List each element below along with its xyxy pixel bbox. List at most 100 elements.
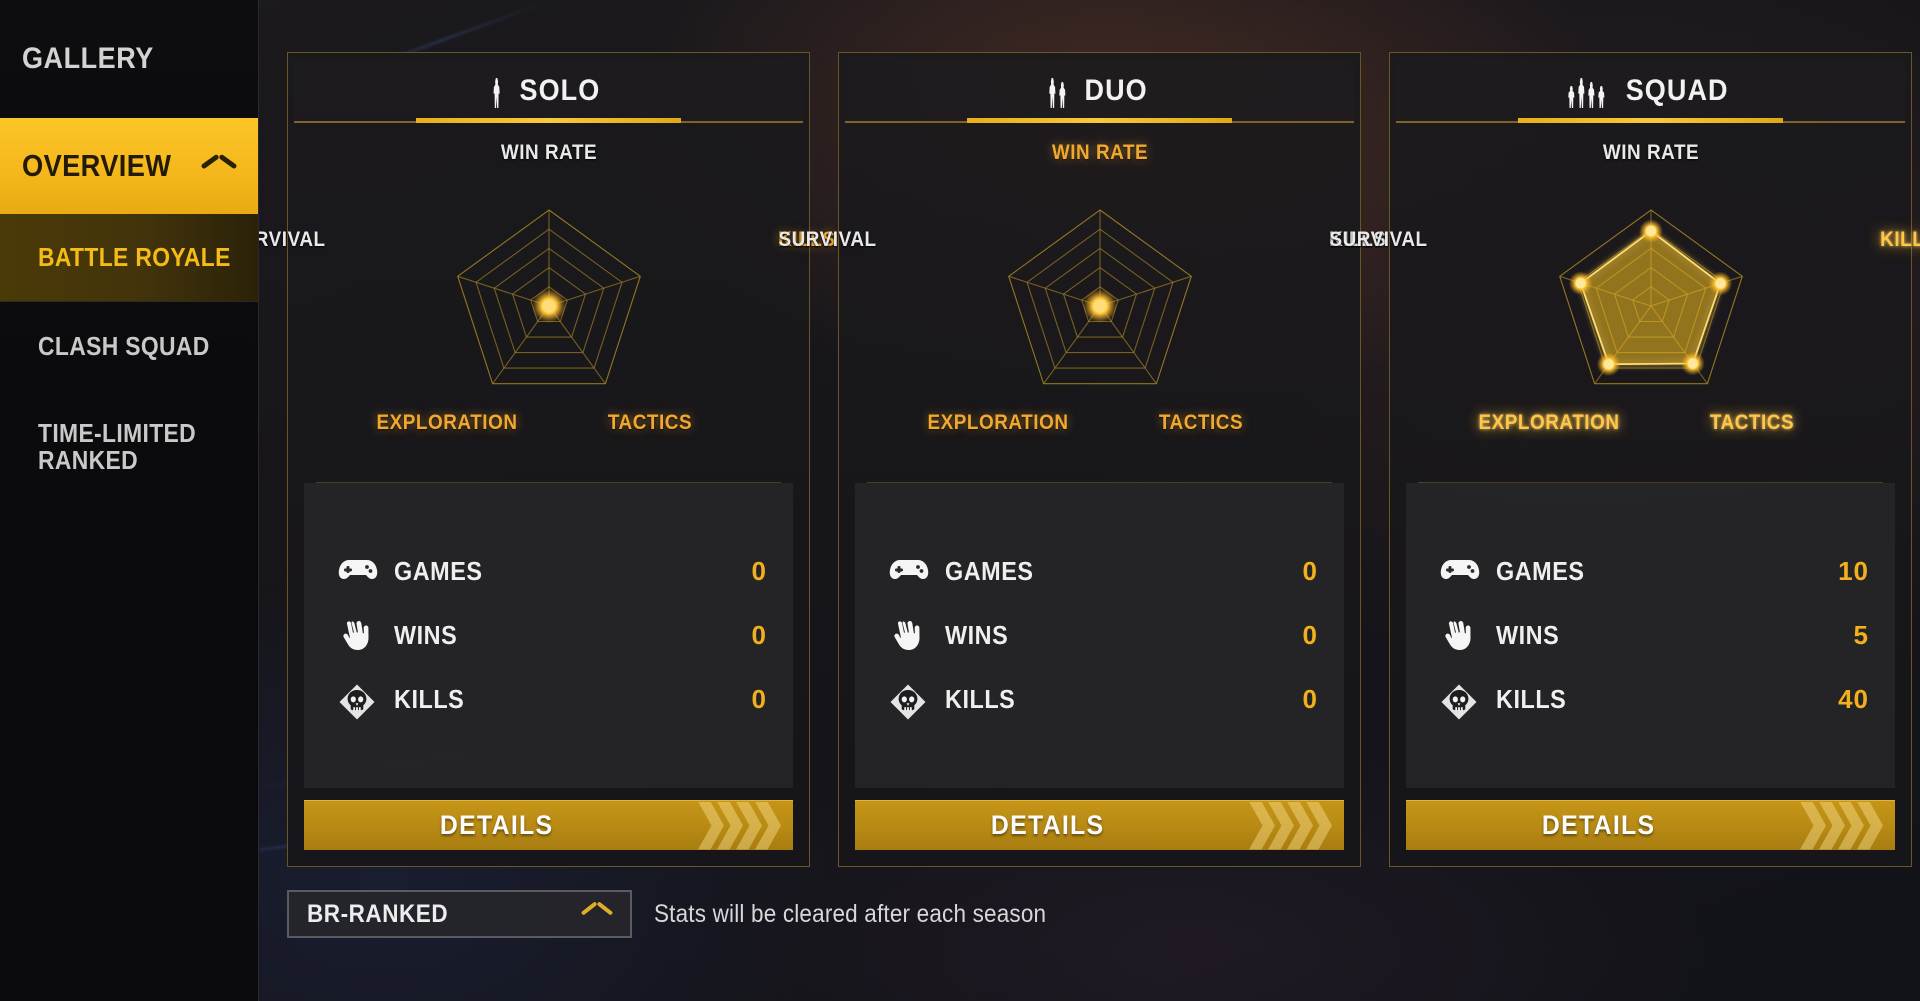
stat-value: 0 (1302, 556, 1318, 586)
stat-label: GAMES (394, 556, 483, 586)
stat-value: 0 (751, 684, 767, 714)
stat-value: 0 (1302, 684, 1318, 714)
details-button-label: DETAILS (990, 810, 1105, 840)
radar-chart-solo: WIN RATE KILLS TACTICS EXPLORATION SURVIVAL (227, 123, 835, 483)
details-button-label: DETAILS (1541, 810, 1656, 840)
radar-chart-squad: WIN RATE KILLS TACTICS EXPLORATION SURVIVAL (1329, 123, 1920, 483)
sidebar-item-battle-royale[interactable]: BATTLE ROYALE (0, 214, 258, 302)
single-person-icon (492, 74, 501, 108)
sidebar-item-label: OVERVIEW (22, 148, 172, 183)
radar-axis-label-tactics: TACTICS (608, 411, 693, 434)
chevrons-right-icon (698, 801, 781, 850)
gamepad-icon (1440, 555, 1482, 589)
radar-chart-svg (1558, 209, 1743, 385)
card-header-squad[interactable]: SQUAD (1396, 59, 1905, 123)
chevron-up-icon (582, 905, 612, 923)
bottom-bar: BR-RANKED Stats will be cleared after ea… (287, 890, 1090, 938)
stat-label: KILLS (394, 684, 465, 714)
radar-axis-label-survival: SURVIVAL (778, 228, 877, 251)
chevron-up-icon (202, 156, 236, 176)
details-button-label: DETAILS (439, 810, 554, 840)
card-title: SOLO (519, 74, 601, 107)
main-content: SOLO WIN RATE KILLS TACTICS EXPLORATION SURVI… (227, 0, 1920, 1001)
radar-axis-label-win-rate: WIN RATE (500, 141, 597, 164)
sidebar-item-time-limited-ranked[interactable]: TIME-LIMITED RANKED (0, 390, 258, 498)
stat-label: KILLS (945, 684, 1016, 714)
card-title: DUO (1084, 74, 1148, 107)
mode-card-squad: SQUAD WIN RATE KILLS TACTICS EXPLORATION SURV… (1329, 52, 1920, 867)
stat-value: 40 (1838, 684, 1869, 714)
radar-axis-label-win-rate: WIN RATE (1051, 141, 1148, 164)
stat-row: WINS 5 (1440, 609, 1869, 663)
card-divider (316, 482, 781, 483)
stat-row: GAMES 0 (889, 545, 1318, 599)
two-person-icon (1048, 74, 1067, 108)
mode-card-solo: SOLO WIN RATE KILLS TACTICS EXPLORATION SURVI… (227, 52, 835, 867)
sidebar-item-label: TIME-LIMITED RANKED (38, 418, 197, 476)
stats-panel-duo: GAMES 0 WINS 0 KILLS 0 (855, 483, 1344, 788)
card-divider (867, 482, 1332, 483)
stat-value: 0 (751, 556, 767, 586)
sidebar-item-label: BATTLE ROYALE (38, 242, 231, 272)
peace-hand-icon (1440, 619, 1482, 653)
stat-label: WINS (1496, 620, 1560, 650)
radar-chart-duo: WIN RATE KILLS TACTICS EXPLORATION SURVIVAL (778, 123, 1386, 483)
sidebar: GALLERY OVERVIEW BATTLE ROYALE CLASH SQU… (0, 0, 259, 1001)
card-header-solo[interactable]: SOLO (294, 59, 803, 123)
radar-axis-label-tactics: TACTICS (1159, 411, 1244, 434)
sidebar-item-overview[interactable]: OVERVIEW (0, 118, 258, 214)
stat-row: KILLS 0 (889, 673, 1318, 727)
peace-hand-icon (889, 619, 931, 653)
radar-chart-svg (1007, 209, 1192, 385)
details-button-solo[interactable]: DETAILS (304, 800, 793, 850)
stat-row: KILLS 0 (338, 673, 767, 727)
peace-hand-icon (338, 619, 380, 653)
sidebar-item-label: GALLERY (22, 42, 154, 75)
stat-row: WINS 0 (338, 609, 767, 663)
stat-label: GAMES (945, 556, 1034, 586)
radar-axis-label-exploration: EXPLORATION (927, 411, 1069, 434)
stat-value: 10 (1838, 556, 1869, 586)
radar-axis-label-exploration: EXPLORATION (376, 411, 518, 434)
skull-icon (338, 683, 380, 719)
card-title: SQUAD (1625, 74, 1729, 107)
chevrons-right-icon (1800, 801, 1883, 850)
stat-value: 5 (1853, 620, 1869, 650)
details-button-squad[interactable]: DETAILS (1406, 800, 1895, 850)
stat-value: 0 (751, 620, 767, 650)
stat-row: GAMES 0 (338, 545, 767, 599)
stat-row: GAMES 10 (1440, 545, 1869, 599)
stat-row: WINS 0 (889, 609, 1318, 663)
radar-axis-label-win-rate: WIN RATE (1602, 141, 1699, 164)
radar-chart-svg (456, 209, 641, 385)
four-person-icon (1567, 74, 1606, 108)
stats-panel-squad: GAMES 10 WINS 5 KILLS 40 (1406, 483, 1895, 788)
skull-icon (1440, 683, 1482, 719)
stats-panel-solo: GAMES 0 WINS 0 KILLS 0 (304, 483, 793, 788)
sidebar-item-clash-squad[interactable]: CLASH SQUAD (0, 302, 258, 390)
stat-label: WINS (945, 620, 1009, 650)
season-reset-hint: Stats will be cleared after each season (654, 899, 1047, 928)
skull-icon (889, 683, 931, 719)
sidebar-item-label: CLASH SQUAD (38, 330, 210, 361)
mode-card-duo: DUO WIN RATE KILLS TACTICS EXPLORATION SURVIV… (778, 52, 1386, 867)
card-divider (1418, 482, 1883, 483)
chevrons-right-icon (1249, 801, 1332, 850)
mode-selector-dropdown[interactable]: BR-RANKED (287, 890, 632, 938)
gamepad-icon (889, 555, 931, 589)
mode-cards-row: SOLO WIN RATE KILLS TACTICS EXPLORATION SURVI… (227, 52, 1920, 867)
card-header-duo[interactable]: DUO (845, 59, 1354, 123)
radar-axis-label-kills: KILLS (1880, 228, 1920, 251)
sidebar-item-gallery[interactable]: GALLERY (0, 0, 258, 118)
stat-row: KILLS 40 (1440, 673, 1869, 727)
mode-selector-label: BR-RANKED (307, 899, 449, 928)
stat-label: WINS (394, 620, 458, 650)
radar-axis-label-survival: SURVIVAL (1329, 228, 1428, 251)
gamepad-icon (338, 555, 380, 589)
stat-value: 0 (1302, 620, 1318, 650)
details-button-duo[interactable]: DETAILS (855, 800, 1344, 850)
radar-axis-label-tactics: TACTICS (1710, 411, 1795, 434)
stat-label: KILLS (1496, 684, 1567, 714)
stat-label: GAMES (1496, 556, 1585, 586)
radar-axis-label-exploration: EXPLORATION (1478, 411, 1620, 434)
